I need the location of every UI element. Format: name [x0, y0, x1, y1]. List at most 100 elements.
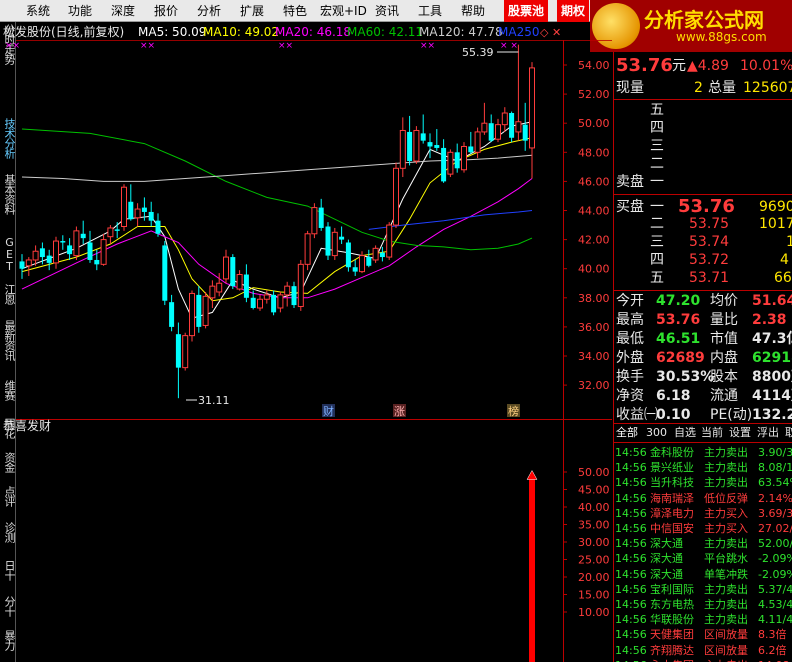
trade-row[interactable]: 14:56 齐翔腾达 区间放量 6.2倍: [614, 643, 792, 659]
candle-body: [87, 242, 93, 260]
price-tick-label: 52.00: [578, 88, 610, 101]
trade-type: 主力卖出: [704, 461, 748, 475]
trade-row[interactable]: 14:56 漳泽电力 主力买入 3.69/3: [614, 506, 792, 522]
trade-stock-name: 宝利国际: [650, 582, 694, 596]
settings-diamond-icon[interactable]: ◇: [540, 26, 549, 39]
candle: [175, 322, 181, 399]
candle: [107, 225, 114, 244]
buy-level-5: 五 53.71 66: [650, 270, 792, 286]
trade-type: 主力卖出: [704, 658, 748, 662]
candle: [325, 222, 331, 260]
stat-value: 51.64: [752, 293, 792, 309]
trade-stock-name: 漳泽电力: [650, 506, 694, 520]
trade-value: -2.09%: [758, 552, 792, 566]
candle: [53, 236, 59, 269]
candle-body: [271, 294, 277, 313]
indicator-axis: 50.00 45.00 40.00 35.00 30.00 25.00 20.00 15.00…: [563, 466, 610, 619]
trade-tab[interactable]: 300: [646, 425, 667, 441]
stat-row: 净资 6.18 流通 4114万: [614, 387, 792, 406]
trade-stock-name: 深大通: [650, 567, 683, 581]
candle: [196, 286, 202, 333]
candle-body: [522, 124, 528, 141]
stat-label: 净资: [616, 388, 644, 404]
trade-row[interactable]: 14:56 景兴纸业 主力卖出 8.08/1: [614, 460, 792, 476]
candle: [386, 222, 393, 260]
buy-level-3: 三 53.74 1: [650, 234, 792, 250]
stat-value: 53.76: [656, 312, 701, 328]
stat-value: 47.3亿: [752, 331, 792, 347]
candle: [291, 281, 297, 308]
candle: [134, 203, 141, 227]
trade-tab[interactable]: 全部: [616, 425, 638, 441]
candle-body: [304, 233, 311, 265]
trade-row[interactable]: 14:56 中信国安 主力买入 27.02/: [614, 521, 792, 537]
candle: [441, 139, 447, 183]
candle: [352, 259, 358, 276]
trade-type: 平台跳水: [704, 552, 748, 566]
candle-body: [501, 112, 508, 126]
price-tick-label: 32.00: [578, 379, 610, 392]
ma250-label: MA250: [498, 25, 539, 39]
candle-body: [509, 113, 515, 138]
candle-body: [182, 335, 189, 369]
candle: [277, 291, 284, 313]
stat-value: 8800万: [752, 369, 792, 385]
trade-row[interactable]: 14:56 东方电热 主力卖出 4.53/4: [614, 597, 792, 613]
trade-row[interactable]: 14:56 宝利国际 主力卖出 5.37/4: [614, 582, 792, 598]
sell-level: 五: [650, 102, 664, 118]
trade-stock-name: 中信国安: [650, 522, 694, 535]
trade-row[interactable]: 14:56永太集团 主力卖出 14.08/: [614, 658, 792, 662]
trade-value: 52.00/: [758, 537, 792, 551]
trade-row[interactable]: 14:56当升科技主力卖出 63.54%: [614, 475, 792, 491]
trade-tab[interactable]: 取: [785, 425, 792, 441]
chart-frames: [16, 40, 612, 662]
candle: [447, 149, 454, 178]
candle-body: [134, 208, 141, 219]
candle: [80, 220, 86, 244]
candle: [209, 280, 216, 308]
trade-row[interactable]: 14:56 华联股份 主力卖出 4.11/4: [614, 612, 792, 628]
trade-row[interactable]: 14:56深大通 单笔冲跌 -2.09%: [614, 567, 792, 583]
kline-chart[interactable]: 54.00 52.00 50.00 48.00 46.00 44.00 42.00 40.00…: [0, 0, 613, 662]
trade-tab[interactable]: 自选: [674, 425, 696, 441]
trade-row[interactable]: 14:56 金科股份 主力卖出 3.90/3: [614, 445, 792, 461]
candle-body: [331, 231, 338, 257]
trade-tab[interactable]: 当前: [701, 425, 723, 441]
stat-value: 46.51: [656, 331, 701, 347]
trade-row[interactable]: 14:56 深大通 主力卖出 52.00/: [614, 536, 792, 552]
trade-stock-name: 永太集团: [650, 658, 694, 662]
trade-row[interactable]: 14:56 海南瑞泽 低位反弹 2.14%: [614, 491, 792, 507]
candle: [169, 294, 175, 332]
candle: [121, 184, 127, 231]
candle-body: [202, 295, 209, 326]
trade-time: 14:56: [615, 476, 647, 490]
trade-type: 低位反弹: [704, 491, 748, 505]
candle-body: [399, 129, 406, 169]
ma20-line: [21, 178, 533, 299]
trade-tab[interactable]: 浮出: [757, 425, 779, 441]
candle-body: [468, 146, 474, 153]
trade-stock-name: 齐翔腾达: [650, 643, 694, 657]
candle-body: [488, 123, 494, 141]
trade-stock-name: 天健集团: [650, 628, 694, 642]
close-x-icon[interactable]: ✕: [552, 26, 561, 39]
candle: [60, 235, 66, 250]
indicator-title: 恭喜发财: [3, 418, 51, 433]
candle-body: [32, 250, 39, 261]
trade-time: 14:56: [615, 628, 647, 642]
candle: [318, 198, 324, 231]
candle: [216, 273, 223, 297]
candle-body: [257, 298, 263, 309]
candle-body: [121, 186, 127, 228]
candle-body: [263, 294, 270, 300]
candle-body: [46, 255, 52, 263]
trade-time: 14:56: [615, 506, 647, 520]
trade-time: 14:56: [615, 598, 647, 611]
sell-label: 卖盘: [616, 174, 644, 190]
candle-body: [481, 122, 488, 133]
trade-row[interactable]: 14:56 天健集团 区间放量 8.3倍: [614, 627, 792, 643]
candle-body: [223, 256, 229, 280]
trade-tab[interactable]: 设置: [729, 425, 751, 441]
ma60-line: [21, 128, 533, 251]
trade-row[interactable]: 14:56深大通 平台跳水 -2.09%: [614, 551, 792, 567]
